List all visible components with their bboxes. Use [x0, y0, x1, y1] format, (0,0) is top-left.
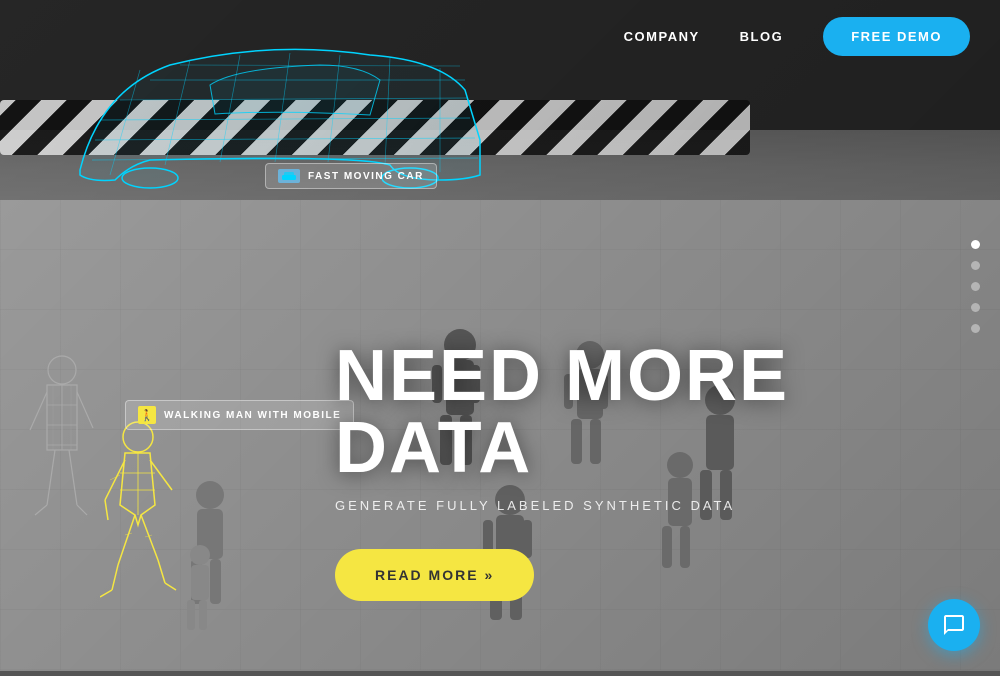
car-label-text: FAST MOVING CAR — [308, 171, 424, 182]
car-icon — [278, 169, 300, 183]
dot-3[interactable] — [971, 282, 980, 291]
walk-icon: 🚶 — [138, 406, 156, 424]
nav-demo-button[interactable]: FREE DEMO — [823, 17, 970, 56]
nav-blog-link[interactable]: BLOG — [740, 29, 784, 44]
hero-section: NEED MORE DATA GENERATE FULLY LABELED SY… — [335, 340, 1000, 601]
dot-2[interactable] — [971, 261, 980, 270]
dot-1[interactable] — [971, 240, 980, 249]
hero-headline: NEED MORE DATA — [335, 340, 1000, 484]
car-label: FAST MOVING CAR — [265, 163, 437, 189]
chat-button[interactable] — [928, 599, 980, 651]
slide-dot-nav — [971, 240, 980, 333]
walk-label-text: WALKING MAN WITH MOBILE — [164, 410, 341, 421]
walk-label: 🚶 WALKING MAN WITH MOBILE — [125, 400, 354, 430]
person-wireframe-yellow — [100, 415, 180, 630]
nav-company-link[interactable]: COMPANY — [624, 29, 700, 44]
dot-4[interactable] — [971, 303, 980, 312]
hero-subtitle: GENERATE FULLY LABELED SYNTHETIC DATA — [335, 498, 1000, 513]
dot-5[interactable] — [971, 324, 980, 333]
person-wireframe-grey — [25, 350, 100, 545]
read-more-button[interactable]: READ MORE » — [335, 549, 534, 601]
navbar: COMPANY BLOG FREE DEMO — [0, 0, 1000, 72]
